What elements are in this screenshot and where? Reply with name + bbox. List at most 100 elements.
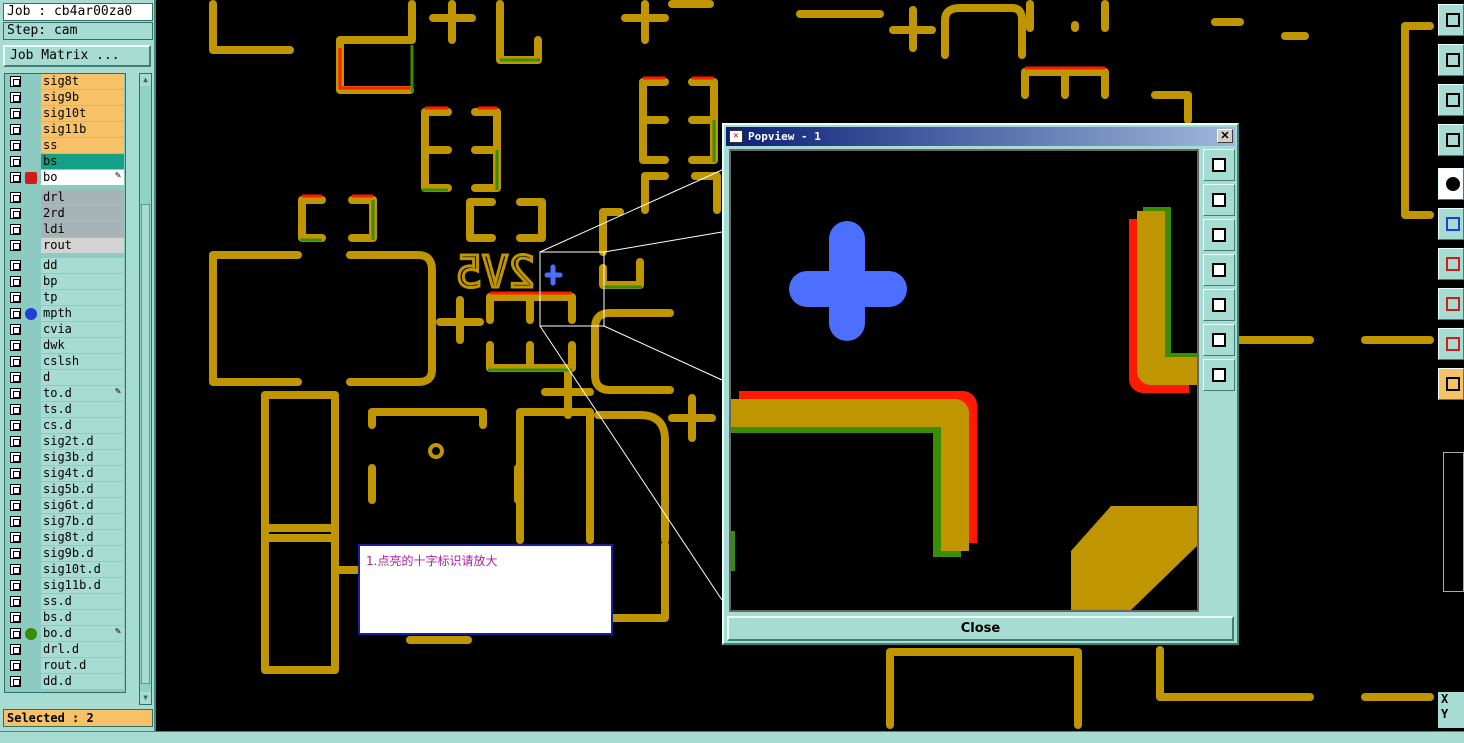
layer-checkbox[interactable] <box>10 564 21 575</box>
move-up-icon[interactable] <box>1203 184 1235 216</box>
popview-canvas[interactable] <box>729 149 1199 612</box>
move-down-icon[interactable] <box>1203 219 1235 251</box>
layer-row-mpth[interactable]: mpth <box>5 306 125 321</box>
layer-row-sig8t[interactable]: sig8t <box>5 74 125 89</box>
move-right-icon[interactable] <box>1203 289 1235 321</box>
scroll-thumb[interactable] <box>141 204 150 684</box>
layer-row-sig3b-d[interactable]: sig3b.d <box>5 450 125 465</box>
layer-checkbox[interactable] <box>10 324 21 335</box>
layer-checkbox[interactable] <box>10 468 21 479</box>
layer-row-cslsh[interactable]: cslsh <box>5 354 125 369</box>
layer-row-sig9b-d[interactable]: sig9b.d <box>5 546 125 561</box>
layer-row-to-d[interactable]: to.d ✎ <box>5 386 125 401</box>
popview-titlebar[interactable]: ✕ Popview - 1 ✕ <box>726 127 1235 146</box>
layer-row-drl[interactable]: drl <box>5 190 125 205</box>
layer-row-sig6t-d[interactable]: sig6t.d <box>5 498 125 513</box>
layer-checkbox[interactable] <box>10 644 21 655</box>
layer-checkbox[interactable] <box>10 356 21 367</box>
layer-row-sig5b-d[interactable]: sig5b.d <box>5 482 125 497</box>
toolbar-button-7[interactable] <box>1438 248 1464 280</box>
layer-row-ldi[interactable]: ldi <box>5 222 125 237</box>
scroll-up-icon[interactable]: ▲ <box>140 74 151 86</box>
minimap[interactable] <box>1443 452 1464 592</box>
layer-row-sig4t-d[interactable]: sig4t.d <box>5 466 125 481</box>
layer-checkbox[interactable] <box>10 484 21 495</box>
layer-row-sig7b-d[interactable]: sig7b.d <box>5 514 125 529</box>
toolbar-button-1[interactable] <box>1438 4 1464 36</box>
scroll-down-icon[interactable]: ▼ <box>140 692 151 704</box>
layer-row-drl-d[interactable]: drl.d <box>5 642 125 657</box>
layer-row-dd-d[interactable]: dd.d <box>5 674 125 689</box>
layer-checkbox[interactable] <box>10 76 21 87</box>
layer-scrollbar[interactable]: ▲ ▼ <box>139 73 152 705</box>
layer-checkbox[interactable] <box>10 240 21 251</box>
layer-row-cs-d[interactable]: cs.d <box>5 418 125 433</box>
layer-row-sig11b-d[interactable]: sig11b.d <box>5 578 125 593</box>
layer-checkbox[interactable] <box>10 404 21 415</box>
layer-checkbox[interactable] <box>10 436 21 447</box>
layer-row-ts-d[interactable]: ts.d <box>5 402 125 417</box>
layer-checkbox[interactable] <box>10 108 21 119</box>
layer-checkbox[interactable] <box>10 124 21 135</box>
toolbar-button-3[interactable] <box>1438 84 1464 116</box>
layer-row-rout[interactable]: rout <box>5 238 125 253</box>
layer-checkbox[interactable] <box>10 628 21 639</box>
layer-list[interactable]: sig8t sig9b sig10t sig11b ss bs bo ✎ drl 2rd ldi ro… <box>4 73 126 693</box>
layer-row-bs-d[interactable]: bs.d <box>5 610 125 625</box>
zoom-in-icon[interactable] <box>1203 359 1235 391</box>
layer-checkbox[interactable] <box>10 660 21 671</box>
layer-checkbox[interactable] <box>10 260 21 271</box>
layer-checkbox[interactable] <box>10 452 21 463</box>
layer-row-ss-d[interactable]: ss.d <box>5 594 125 609</box>
layer-checkbox[interactable] <box>10 140 21 151</box>
toolbar-button-2[interactable] <box>1438 44 1464 76</box>
layer-row-bp[interactable]: bp <box>5 274 125 289</box>
layer-checkbox[interactable] <box>10 192 21 203</box>
layer-row-d[interactable]: d <box>5 370 125 385</box>
layer-row-bs[interactable]: bs <box>5 154 125 169</box>
layer-checkbox[interactable] <box>10 208 21 219</box>
layer-checkbox[interactable] <box>10 532 21 543</box>
layer-row-sig9b[interactable]: sig9b <box>5 90 125 105</box>
layer-checkbox[interactable] <box>10 372 21 383</box>
close-icon[interactable]: ✕ <box>1217 129 1233 143</box>
layer-checkbox[interactable] <box>10 388 21 399</box>
layer-checkbox[interactable] <box>10 172 21 183</box>
toolbar-button-4[interactable] <box>1438 124 1464 156</box>
toolbar-button-9[interactable] <box>1438 328 1464 360</box>
window-arrange-icon[interactable] <box>1203 149 1235 181</box>
layer-row-cvia[interactable]: cvia <box>5 322 125 337</box>
layer-checkbox[interactable] <box>10 292 21 303</box>
layer-checkbox[interactable] <box>10 92 21 103</box>
layer-row-2rd[interactable]: 2rd <box>5 206 125 221</box>
layer-row-sig8t-d[interactable]: sig8t.d <box>5 530 125 545</box>
layer-row-sig11b[interactable]: sig11b <box>5 122 125 137</box>
layer-row-sig10t[interactable]: sig10t <box>5 106 125 121</box>
layer-checkbox[interactable] <box>10 308 21 319</box>
layer-checkbox[interactable] <box>10 580 21 591</box>
zoom-out-icon[interactable] <box>1203 324 1235 356</box>
layer-checkbox[interactable] <box>10 224 21 235</box>
toolbar-button-6[interactable] <box>1438 208 1464 240</box>
select-pointer-button[interactable] <box>1438 368 1464 400</box>
layer-checkbox[interactable] <box>10 156 21 167</box>
job-matrix-button[interactable]: Job Matrix ... <box>3 45 151 67</box>
toolbar-button-5[interactable] <box>1438 168 1464 200</box>
layer-checkbox[interactable] <box>10 612 21 623</box>
layer-checkbox[interactable] <box>10 420 21 431</box>
layer-checkbox[interactable] <box>10 676 21 687</box>
layer-row-dd[interactable]: dd <box>5 258 125 273</box>
layer-checkbox[interactable] <box>10 500 21 511</box>
layer-row-sig2t-d[interactable]: sig2t.d <box>5 434 125 449</box>
layer-row-bo[interactable]: bo ✎ <box>5 170 125 185</box>
move-left-icon[interactable] <box>1203 254 1235 286</box>
toolbar-button-8[interactable] <box>1438 288 1464 320</box>
popview-close-button[interactable]: Close <box>727 616 1234 641</box>
layer-row-dwk[interactable]: dwk <box>5 338 125 353</box>
layer-checkbox[interactable] <box>10 596 21 607</box>
layer-checkbox[interactable] <box>10 340 21 351</box>
layer-checkbox[interactable] <box>10 548 21 559</box>
layer-row-bo-d[interactable]: bo.d ✎ <box>5 626 125 641</box>
layer-checkbox[interactable] <box>10 276 21 287</box>
layer-row-tp[interactable]: tp <box>5 290 125 305</box>
